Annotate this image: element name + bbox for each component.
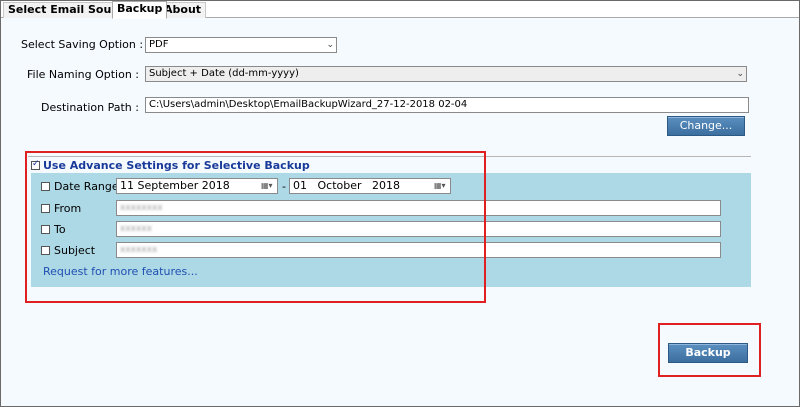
chevron-down-icon: ⌄ <box>736 69 744 79</box>
highlight-box-backup <box>658 323 761 377</box>
saving-option-value: PDF <box>149 39 169 50</box>
change-button[interactable]: Change... <box>667 116 745 136</box>
tab-backup[interactable]: Backup <box>112 1 168 19</box>
file-naming-select[interactable]: Subject + Date (dd-mm-yyyy) ⌄ <box>145 66 747 82</box>
destination-label: Destination Path : <box>41 101 139 114</box>
tab-bar: Select Email Source Backup About <box>1 1 799 19</box>
saving-option-select[interactable]: PDF ⌄ <box>145 37 337 53</box>
app-window: Select Email Source Backup About Select … <box>0 0 800 407</box>
chevron-down-icon: ⌄ <box>326 40 334 50</box>
file-naming-value: Subject + Date (dd-mm-yyyy) <box>149 68 299 79</box>
saving-option-label: Select Saving Option : <box>21 38 144 51</box>
destination-path-input[interactable]: C:\Users\admin\Desktop\EmailBackupWizard… <box>145 97 749 113</box>
highlight-box-advance <box>25 151 486 303</box>
file-naming-label: File Naming Option : <box>26 68 139 81</box>
